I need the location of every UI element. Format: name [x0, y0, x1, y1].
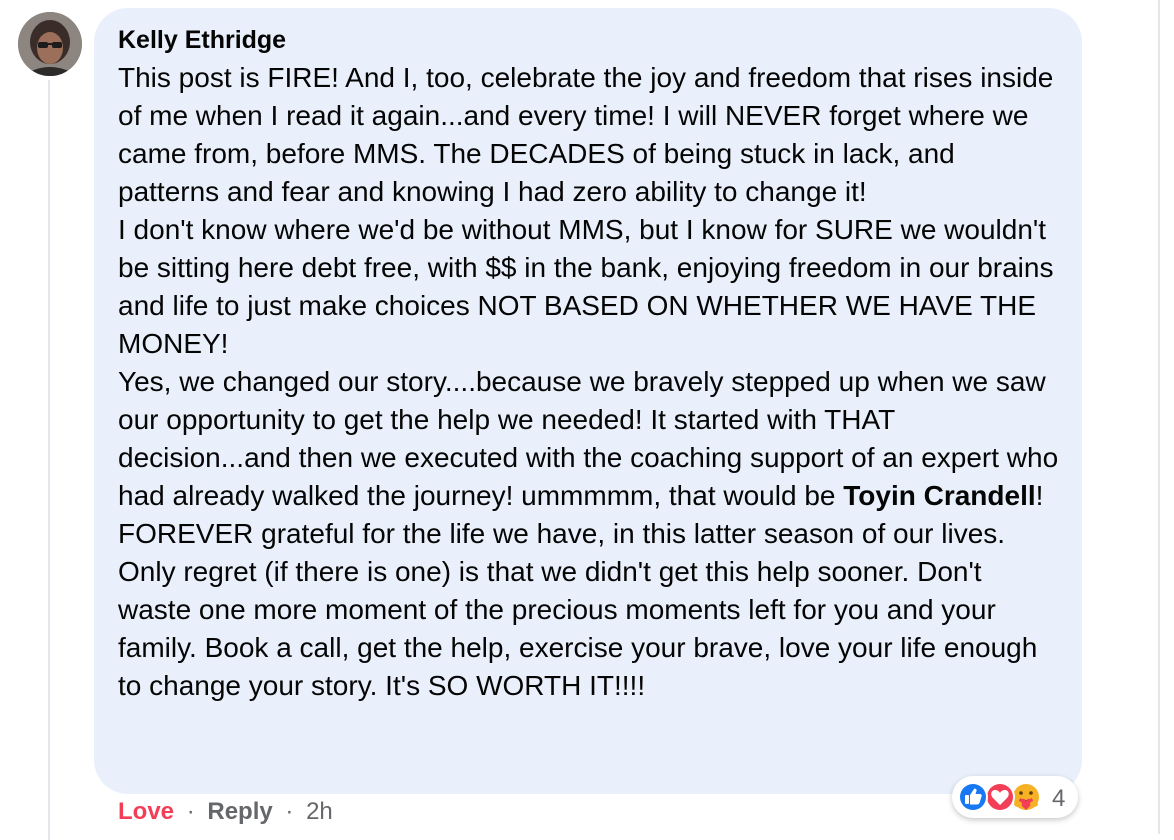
comment-text-segment: ! FOREVER grateful for the life we have,… — [118, 480, 1044, 701]
love-icon — [985, 782, 1015, 812]
comment-bubble: Kelly Ethridge This post is FIRE! And I,… — [94, 8, 1082, 794]
divider-line — [1158, 0, 1160, 834]
user-mention-link[interactable]: Toyin Crandell — [843, 480, 1035, 511]
comment-actions: Love · Reply · 2h — [118, 798, 333, 826]
avatar-photo — [18, 12, 82, 76]
comment-paragraph: I don't know where we'd be without MMS, … — [118, 214, 1054, 359]
comment-timestamp[interactable]: 2h — [306, 798, 333, 825]
comment-paragraph: Yes, we changed our story....because we … — [118, 363, 1060, 705]
like-icon — [958, 782, 988, 812]
care-icon — [1011, 782, 1041, 812]
love-reaction-button[interactable]: Love — [118, 798, 174, 825]
reaction-count: 4 — [1052, 785, 1066, 812]
avatar[interactable] — [18, 12, 82, 76]
reactions-summary[interactable]: 4 — [952, 776, 1078, 818]
separator-dot: · — [186, 798, 195, 825]
separator-dot: · — [285, 798, 294, 825]
comment-text: This post is FIRE! And I, too, celebrate… — [118, 59, 1060, 705]
reaction-icons — [958, 782, 1041, 812]
reply-button[interactable]: Reply — [207, 798, 272, 825]
comment-paragraph: This post is FIRE! And I, too, celebrate… — [118, 62, 1054, 207]
comment-author[interactable]: Kelly Ethridge — [118, 25, 286, 55]
thread-line — [48, 80, 50, 840]
